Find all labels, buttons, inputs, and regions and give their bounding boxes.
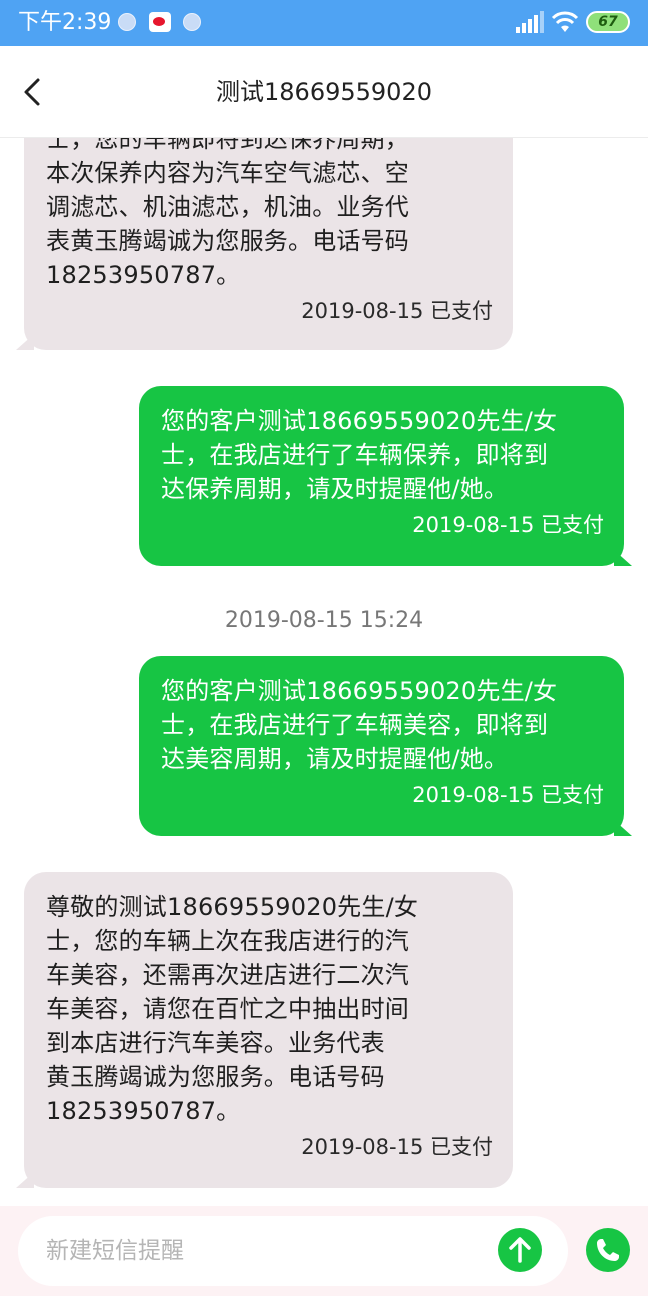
message-list[interactable]: 士，您的车辆即将到达保养周期， 本次保养内容为汽车空气滤芯、空 调滤芯、机油滤芯… [0,138,648,1206]
signal-icon [516,11,544,33]
weibo-icon [149,12,171,32]
arrow-up-icon [509,1237,531,1263]
bubble-tail [614,550,632,566]
message-input[interactable]: 新建短信提醒 [18,1216,568,1286]
incoming-message-bubble[interactable]: 尊敬的测试18669559020先生/女 士，您的车辆上次在我店进行的汽 车美容… [16,872,513,1188]
message-text: 尊敬的测试18669559020先生/女 士，您的车辆上次在我店进行的汽 车美容… [46,893,419,1125]
call-button[interactable] [586,1228,630,1272]
status-time: 下午2:39 [18,10,112,35]
message-text: 您的客户测试18669559020先生/女 士，在我店进行了车辆保养，即将到 达… [161,407,558,503]
message-meta: 2019-08-15 已支付 [412,783,604,807]
timestamp-divider: 2019-08-15 15:24 [224,608,424,633]
wifi-icon [551,10,579,34]
send-button[interactable] [498,1228,542,1272]
conversation-title: 测试18669559020 [216,78,432,106]
message-meta: 2019-08-15 已支付 [301,299,493,323]
status-bar: 下午2:39 67 [0,0,648,46]
message-text: 您的客户测试18669559020先生/女 士，在我店进行了车辆美容，即将到 达… [161,677,558,773]
message-meta: 2019-08-15 已支付 [301,1135,493,1159]
input-placeholder: 新建短信提醒 [46,1238,184,1264]
conversation-header: 测试18669559020 [0,46,648,138]
outgoing-message-bubble[interactable]: 您的客户测试18669559020先生/女 士，在我店进行了车辆保养，即将到 达… [139,386,632,566]
message-text: 士，您的车辆即将到达保养周期， 本次保养内容为汽车空气滤芯、空 调滤芯、机油滤芯… [46,138,409,289]
bubble-tail [16,334,34,350]
bubble-tail [614,820,632,836]
phone-icon [597,1239,619,1261]
notification-dot-icon [118,13,136,31]
outgoing-message-bubble[interactable]: 您的客户测试18669559020先生/女 士，在我店进行了车辆美容，即将到 达… [139,656,632,836]
composer-bar: 新建短信提醒 [0,1206,648,1296]
incoming-message-bubble[interactable]: 士，您的车辆即将到达保养周期， 本次保养内容为汽车空气滤芯、空 调滤芯、机油滤芯… [16,138,513,350]
notification-dot-icon [183,13,201,31]
battery-icon: 67 [586,11,630,33]
bubble-tail [16,1172,34,1188]
message-meta: 2019-08-15 已支付 [412,513,604,537]
